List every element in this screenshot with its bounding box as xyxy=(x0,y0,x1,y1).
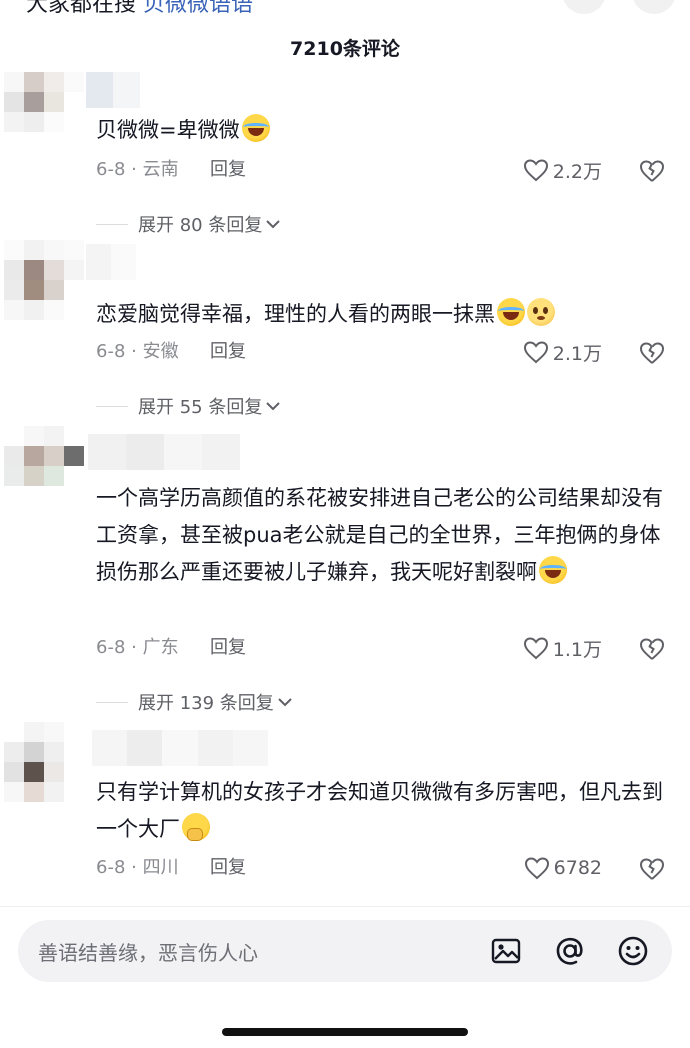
avatar[interactable] xyxy=(4,72,84,152)
input-divider xyxy=(0,906,690,907)
like-button[interactable]: 1.1万 xyxy=(523,634,602,662)
top-button-circle[interactable] xyxy=(562,0,606,14)
comment-meta: 6-8 · 四川 回复 xyxy=(96,854,246,882)
reply-button[interactable]: 回复 xyxy=(210,634,246,662)
chevron-down-icon xyxy=(278,698,292,707)
reply-button[interactable]: 回复 xyxy=(210,854,246,882)
avatar[interactable] xyxy=(4,426,84,506)
expand-divider-line xyxy=(96,405,128,407)
comment-meta: 6-8 · 云南 回复 xyxy=(96,156,246,184)
chevron-down-icon xyxy=(266,402,281,411)
broken-heart-icon[interactable] xyxy=(638,338,666,366)
mention-icon[interactable] xyxy=(554,935,586,967)
reply-button[interactable]: 回复 xyxy=(210,156,246,184)
comment-date-location: 6-8 · 安徽 xyxy=(96,341,179,362)
heart-icon xyxy=(524,857,549,880)
avatar[interactable] xyxy=(4,722,84,802)
like-count: 2.1万 xyxy=(552,342,602,365)
top-button-circle[interactable] xyxy=(632,0,676,14)
username-mosaic[interactable] xyxy=(86,244,136,280)
broken-heart-icon[interactable] xyxy=(638,156,666,184)
chevron-down-icon xyxy=(266,220,281,229)
reply-button[interactable]: 回复 xyxy=(210,338,246,366)
expand-divider-line xyxy=(96,701,128,703)
expand-divider-line xyxy=(96,223,128,225)
laugh-cry-emoji-icon xyxy=(241,114,270,142)
expand-replies-label: 展开 55 条回复 xyxy=(138,397,263,418)
like-button[interactable]: 2.2万 xyxy=(523,156,602,184)
broken-heart-icon[interactable] xyxy=(638,634,666,662)
laugh-cry-emoji-icon xyxy=(539,556,567,584)
comment-date-location: 6-8 · 云南 xyxy=(96,159,179,180)
like-button[interactable]: 2.1万 xyxy=(523,338,602,366)
like-count: 2.2万 xyxy=(552,160,602,183)
heart-icon xyxy=(523,159,548,182)
emoji-icon[interactable] xyxy=(617,935,649,967)
comment-text: 只有学计算机的女孩子才会知道贝微微有多厉害吧，但凡去到一个大厂 xyxy=(96,780,663,841)
username-mosaic[interactable] xyxy=(92,730,269,766)
pleading-face-emoji-icon xyxy=(527,298,555,326)
comment-date-location: 6-8 · 广东 xyxy=(96,637,179,658)
like-button[interactable]: 6782 xyxy=(524,854,602,882)
top-cutoff-strip: 大家都在搜 贝微微语语 xyxy=(0,0,690,16)
comment-text: 贝微微=卑微微 xyxy=(96,112,671,149)
username-mosaic[interactable] xyxy=(86,72,140,108)
comment-meta: 6-8 · 安徽 回复 xyxy=(96,338,246,366)
home-indicator[interactable] xyxy=(222,1028,468,1036)
comment-text: 恋爱脑觉得幸福，理性的人看的两眼一抹黑 xyxy=(96,296,671,333)
avatar[interactable] xyxy=(4,240,84,320)
broken-heart-icon[interactable] xyxy=(638,854,666,882)
hand-over-mouth-emoji-icon xyxy=(182,813,210,841)
like-count: 6782 xyxy=(553,857,602,879)
heart-icon xyxy=(523,341,548,364)
comment-meta: 6-8 · 广东 回复 xyxy=(96,634,246,662)
top-search-hint[interactable]: 大家都在搜 贝微微语语 xyxy=(26,0,253,16)
comment-input-bar[interactable]: 善语结善缘，恶言伤人心 xyxy=(18,920,672,982)
comments-count-title: 7210条评论 xyxy=(290,38,400,60)
comment-date-location: 6-8 · 四川 xyxy=(96,857,179,878)
image-icon[interactable] xyxy=(490,935,522,967)
laugh-cry-emoji-icon xyxy=(497,298,525,326)
like-count: 1.1万 xyxy=(552,638,602,661)
expand-replies-button[interactable]: 展开 139 条回复 xyxy=(96,688,293,716)
expand-replies-button[interactable]: 展开 80 条回复 xyxy=(96,210,281,238)
username-mosaic[interactable] xyxy=(88,434,240,470)
expand-replies-label: 展开 139 条回复 xyxy=(138,693,274,714)
comment-text: 一个高学历高颜值的系花被安排进自己老公的公司结果却没有工资拿，甚至被pua老公就… xyxy=(96,486,663,584)
expand-replies-label: 展开 80 条回复 xyxy=(138,215,263,236)
heart-icon xyxy=(523,637,548,660)
comment-input-placeholder[interactable]: 善语结善缘，恶言伤人心 xyxy=(38,937,258,966)
expand-replies-button[interactable]: 展开 55 条回复 xyxy=(96,392,281,420)
